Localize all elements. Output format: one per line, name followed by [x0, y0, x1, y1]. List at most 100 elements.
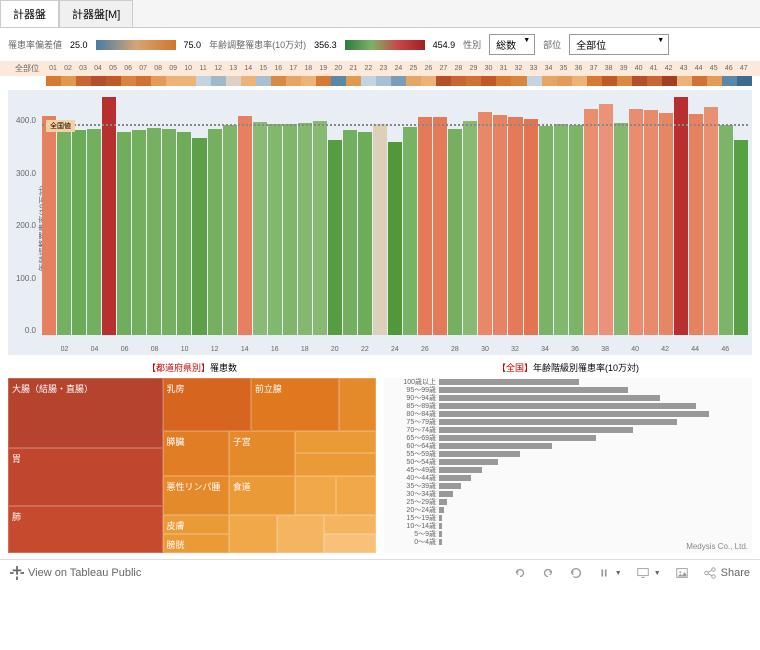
bar[interactable]: [253, 122, 267, 335]
color-cell[interactable]: [421, 76, 436, 86]
bar[interactable]: [192, 138, 206, 336]
age-row[interactable]: 85～89歳: [384, 402, 752, 410]
color-cell[interactable]: [181, 76, 196, 86]
bar[interactable]: [162, 129, 176, 335]
color-cell[interactable]: [241, 76, 256, 86]
bar[interactable]: [238, 116, 252, 335]
color-cell[interactable]: [677, 76, 692, 86]
color-cell[interactable]: [316, 76, 331, 86]
bar-chart[interactable]: 年齢調整罹患率(10万対) 0.0100.0200.0300.0400.0 全国…: [8, 90, 752, 355]
color-cell[interactable]: [226, 76, 241, 86]
bar[interactable]: [539, 126, 553, 335]
color-cell[interactable]: [271, 76, 286, 86]
treemap-cell[interactable]: [324, 534, 376, 553]
age-row[interactable]: 15～19歳: [384, 514, 752, 522]
pause-button[interactable]: ▼: [597, 566, 622, 580]
color-cell[interactable]: [602, 76, 617, 86]
bar[interactable]: [358, 132, 372, 335]
color-cell[interactable]: [121, 76, 136, 86]
color-cell[interactable]: [572, 76, 587, 86]
treemap-cell[interactable]: 膵臓: [163, 431, 229, 477]
color-cell[interactable]: [511, 76, 526, 86]
color-cell[interactable]: [496, 76, 511, 86]
tableau-logo-button[interactable]: View on Tableau Public: [10, 566, 141, 580]
age-row[interactable]: 100歳以上: [384, 378, 752, 386]
bar[interactable]: [493, 115, 507, 335]
treemap-cell[interactable]: 皮膚: [163, 515, 229, 534]
age-row[interactable]: 5～9歳: [384, 530, 752, 538]
color-cell[interactable]: [376, 76, 391, 86]
bar[interactable]: [208, 129, 222, 335]
treemap-cell[interactable]: [324, 515, 376, 534]
bar[interactable]: [132, 130, 146, 335]
site-select[interactable]: 全部位: [569, 34, 669, 55]
color-cell[interactable]: [557, 76, 572, 86]
bar[interactable]: [734, 140, 748, 335]
treemap-cell[interactable]: 前立腺: [251, 378, 339, 431]
treemap-chart[interactable]: 大腸（結腸・直腸）胃肺乳房前立腺膵臓子宮悪性リンパ腫食道皮膚膀胱: [8, 378, 376, 553]
redo-button[interactable]: [541, 566, 555, 580]
bar[interactable]: [117, 132, 131, 335]
treemap-cell[interactable]: [336, 476, 376, 515]
treemap-cell[interactable]: [339, 378, 376, 431]
bar[interactable]: [268, 124, 282, 335]
bar[interactable]: [629, 109, 643, 335]
color-cell[interactable]: [722, 76, 737, 86]
bar[interactable]: [524, 119, 538, 335]
treemap-cell[interactable]: 胃: [8, 448, 163, 506]
bar[interactable]: [87, 129, 101, 335]
bar[interactable]: [719, 125, 733, 335]
age-row[interactable]: 35～39歳: [384, 482, 752, 490]
color-cell[interactable]: [737, 76, 752, 86]
bar[interactable]: [147, 128, 161, 335]
color-cell[interactable]: [647, 76, 662, 86]
bar[interactable]: [177, 132, 191, 335]
age-row[interactable]: 65～69歳: [384, 434, 752, 442]
color-cell[interactable]: [466, 76, 481, 86]
age-row[interactable]: 25～29歳: [384, 498, 752, 506]
bar[interactable]: [689, 114, 703, 335]
color-cell[interactable]: [286, 76, 301, 86]
bar[interactable]: [57, 130, 71, 335]
color-cell[interactable]: [451, 76, 466, 86]
bar[interactable]: [72, 130, 86, 335]
age-row[interactable]: 70～74歳: [384, 426, 752, 434]
undo-button[interactable]: [513, 566, 527, 580]
color-cell[interactable]: [61, 76, 76, 86]
color-cell[interactable]: [361, 76, 376, 86]
bar[interactable]: [508, 117, 522, 335]
color-cell[interactable]: [76, 76, 91, 86]
age-row[interactable]: 20～24歳: [384, 506, 752, 514]
bar[interactable]: [644, 110, 658, 335]
treemap-cell[interactable]: 肺: [8, 506, 163, 553]
bar[interactable]: [448, 129, 462, 335]
bar[interactable]: [418, 117, 432, 335]
color-cell[interactable]: [151, 76, 166, 86]
color-cell[interactable]: [542, 76, 557, 86]
color-cell[interactable]: [256, 76, 271, 86]
bar[interactable]: [403, 127, 417, 335]
bar[interactable]: [704, 107, 718, 335]
age-row[interactable]: 45～49歳: [384, 466, 752, 474]
color-cell[interactable]: [692, 76, 707, 86]
color-cell[interactable]: [406, 76, 421, 86]
color-cell[interactable]: [136, 76, 151, 86]
treemap-cell[interactable]: [295, 431, 376, 454]
bar[interactable]: [584, 109, 598, 335]
age-row[interactable]: 50～54歳: [384, 458, 752, 466]
color-cell[interactable]: [587, 76, 602, 86]
age-row[interactable]: 95～99歳: [384, 386, 752, 394]
color-cell[interactable]: [196, 76, 211, 86]
color-cell[interactable]: [346, 76, 361, 86]
treemap-cell[interactable]: 乳房: [163, 378, 251, 431]
age-row[interactable]: 10～14歳: [384, 522, 752, 530]
treemap-cell[interactable]: 大腸（結腸・直腸）: [8, 378, 163, 448]
age-row[interactable]: 40～44歳: [384, 474, 752, 482]
bar[interactable]: [478, 112, 492, 335]
color-cell[interactable]: [46, 76, 61, 86]
color-cell[interactable]: [91, 76, 106, 86]
bar[interactable]: [614, 123, 628, 335]
treemap-cell[interactable]: 悪性リンパ腫: [163, 476, 229, 515]
age-row[interactable]: 75～79歳: [384, 418, 752, 426]
bar[interactable]: [283, 124, 297, 335]
